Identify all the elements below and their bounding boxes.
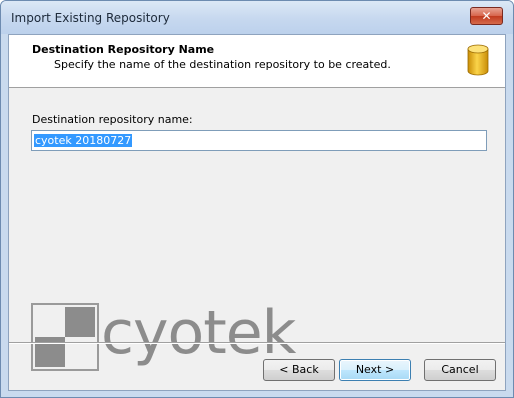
repository-name-input[interactable]: cyotek 20180727 xyxy=(31,130,487,151)
close-icon: ✕ xyxy=(481,9,492,23)
next-button[interactable]: Next > xyxy=(339,359,411,381)
close-button[interactable]: ✕ xyxy=(470,7,503,25)
cancel-button[interactable]: Cancel xyxy=(424,359,496,381)
repository-name-label: Destination repository name: xyxy=(32,113,193,126)
button-separator xyxy=(9,342,505,344)
import-repository-dialog: Import Existing Repository ✕ Destination… xyxy=(0,0,514,398)
repository-name-value: cyotek 20180727 xyxy=(34,134,133,147)
page-subtitle: Specify the name of the destination repo… xyxy=(54,58,391,71)
cyotek-logo-mark xyxy=(31,303,99,371)
window-title: Import Existing Repository xyxy=(11,11,170,25)
back-button[interactable]: < Back xyxy=(263,359,335,381)
dialog-client-area: Destination Repository Name Specify the … xyxy=(8,34,506,391)
page-title: Destination Repository Name xyxy=(32,43,215,56)
database-icon xyxy=(467,44,489,76)
wizard-header: Destination Repository Name Specify the … xyxy=(9,35,505,88)
title-bar[interactable]: Import Existing Repository ✕ xyxy=(1,1,513,34)
